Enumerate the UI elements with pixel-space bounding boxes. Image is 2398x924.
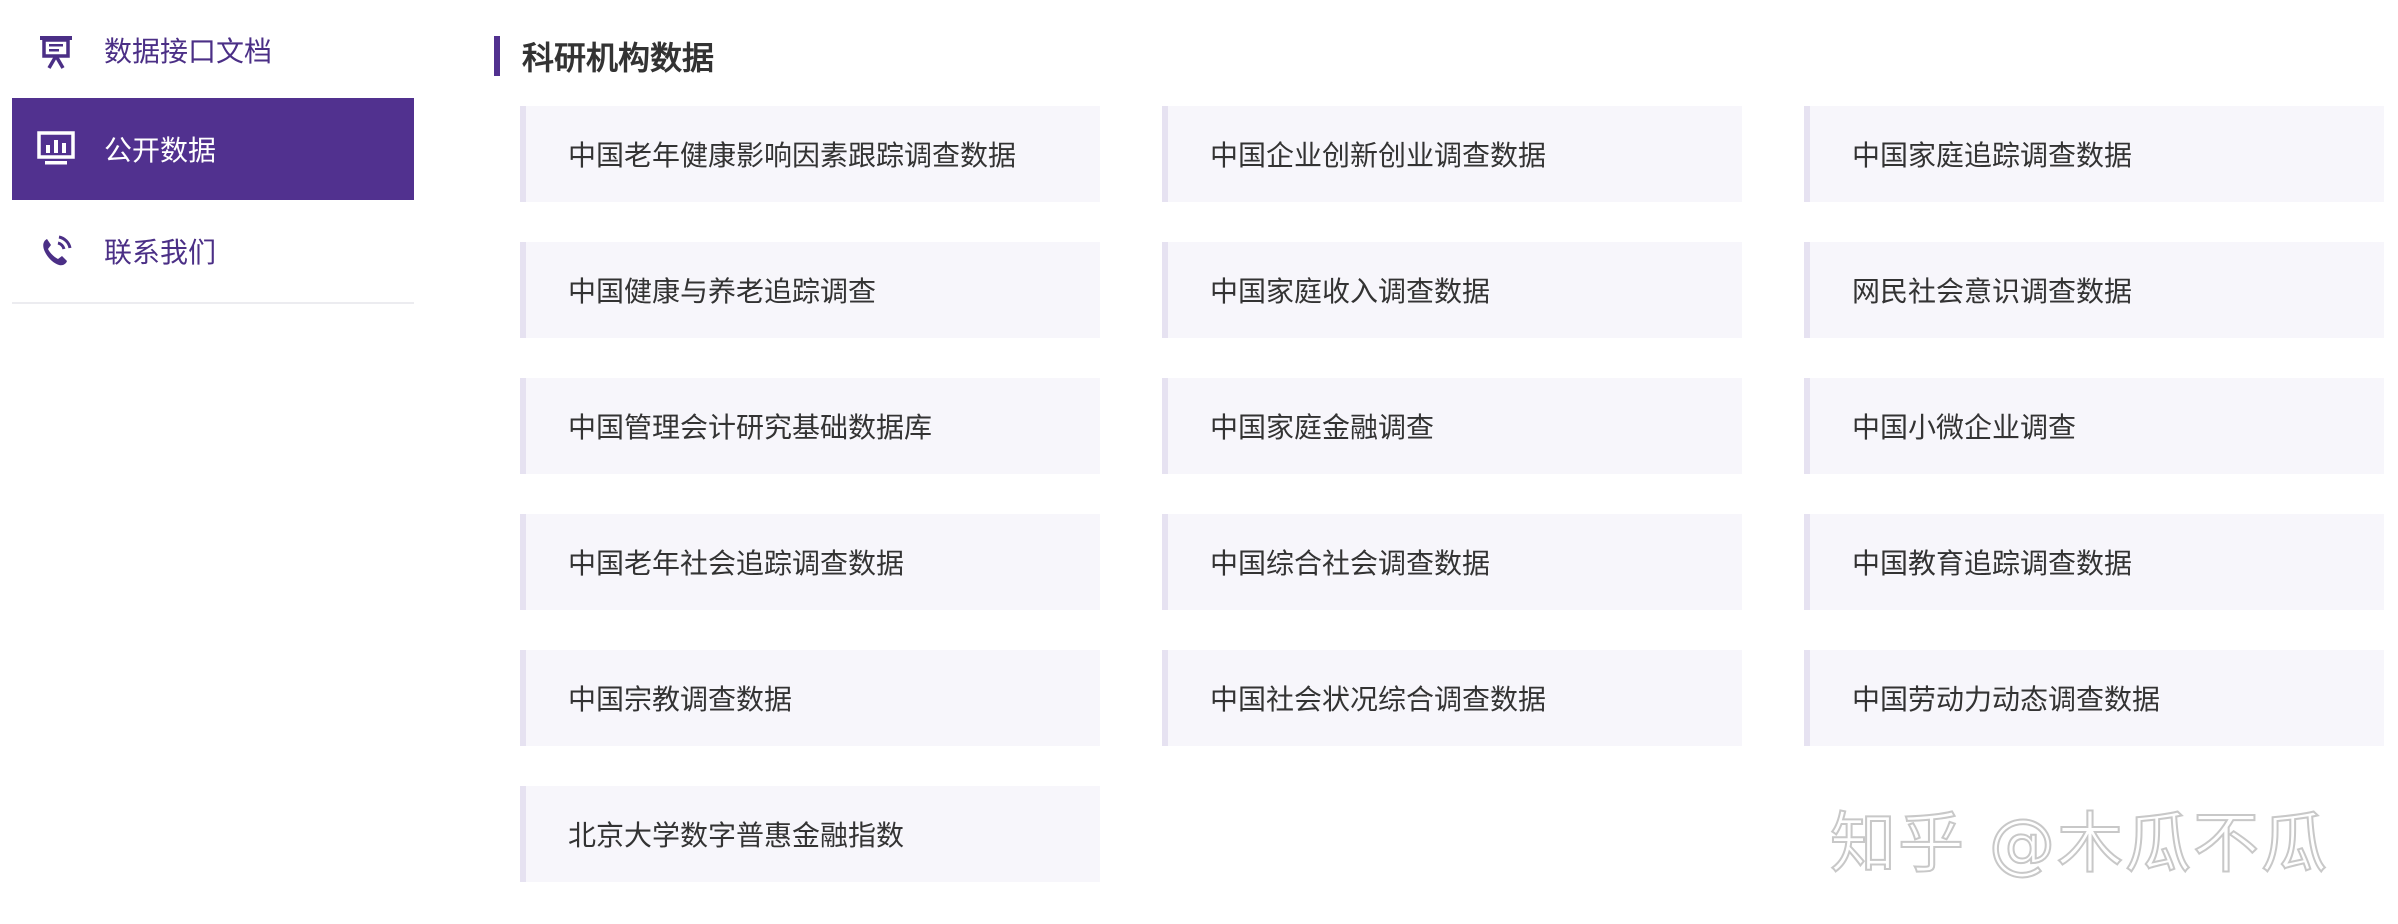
sidebar-item-label: 联系我们 <box>104 236 217 269</box>
watermark: 知乎 @木瓜不瓜 <box>1829 804 2329 883</box>
sidebar-divider <box>12 302 414 304</box>
dataset-card[interactable]: 中国社会状况综合调查数据 <box>1162 650 1742 746</box>
monitor-chart-icon <box>34 127 78 171</box>
dataset-card[interactable]: 中国管理会计研究基础数据库 <box>520 378 1100 474</box>
dataset-card[interactable]: 中国健康与养老追踪调查 <box>520 242 1100 338</box>
dataset-card[interactable]: 网民社会意识调查数据 <box>1804 242 2384 338</box>
dataset-card[interactable]: 中国综合社会调查数据 <box>1162 514 1742 610</box>
dataset-card[interactable]: 中国家庭追踪调查数据 <box>1804 106 2384 202</box>
dataset-card[interactable]: 中国老年社会追踪调查数据 <box>520 514 1100 610</box>
sidebar-item-contact-us[interactable]: 联系我们 <box>12 200 414 302</box>
dataset-card[interactable]: 北京大学数字普惠金融指数 <box>520 786 1100 882</box>
dataset-grid: 中国老年健康影响因素跟踪调查数据 中国企业创新创业调查数据 中国家庭追踪调查数据… <box>520 106 2384 882</box>
dataset-card[interactable]: 中国劳动力动态调查数据 <box>1804 650 2384 746</box>
phone-ringing-icon <box>34 229 78 273</box>
dataset-card[interactable]: 中国小微企业调查 <box>1804 378 2384 474</box>
dataset-card[interactable]: 中国宗教调查数据 <box>520 650 1100 746</box>
section-title: 科研机构数据 <box>522 39 715 77</box>
dataset-card[interactable]: 中国老年健康影响因素跟踪调查数据 <box>520 106 1100 202</box>
sidebar-item-label: 公开数据 <box>104 134 217 167</box>
sidebar-item-api-docs[interactable]: 数据接口文档 <box>12 0 414 98</box>
sidebar-item-label: 数据接口文档 <box>104 35 273 68</box>
page: 数据接口文档 公开数据 联系我们 科研机构数据 中国老年健康影响因素跟踪调查数据… <box>0 0 2398 924</box>
dataset-card[interactable]: 中国企业创新创业调查数据 <box>1162 106 1742 202</box>
presentation-board-icon <box>34 30 78 74</box>
sidebar: 数据接口文档 公开数据 联系我们 <box>12 0 414 304</box>
sidebar-item-public-data[interactable]: 公开数据 <box>12 98 414 200</box>
section-accent-bar <box>494 36 500 76</box>
dataset-card[interactable]: 中国家庭金融调查 <box>1162 378 1742 474</box>
dataset-card[interactable]: 中国教育追踪调查数据 <box>1804 514 2384 610</box>
dataset-card[interactable]: 中国家庭收入调查数据 <box>1162 242 1742 338</box>
section-header: 科研机构数据 <box>494 36 715 77</box>
